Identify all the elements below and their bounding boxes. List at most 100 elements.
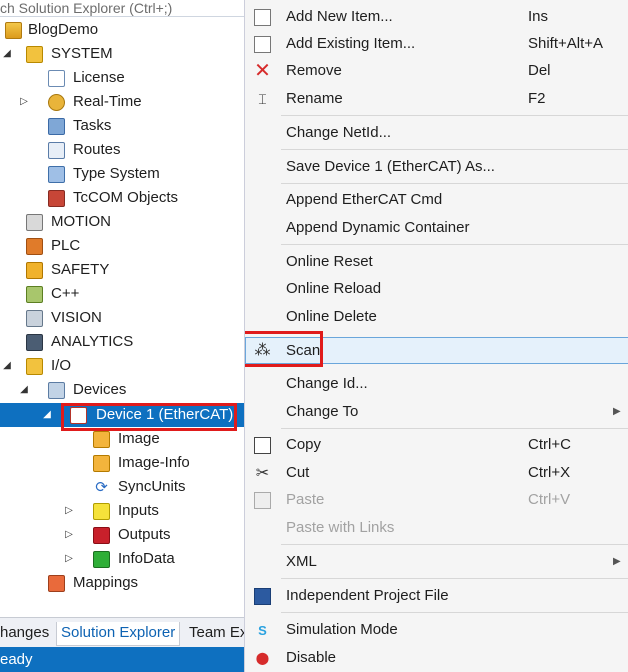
menu-item-change-netid[interactable]: Change NetId... <box>245 120 628 146</box>
tree-item-tccom-objects[interactable]: TcCOM Objects <box>0 186 244 210</box>
tree-item-real-time[interactable]: ▷ Real-Time <box>0 90 244 114</box>
tccom-icon <box>48 190 65 207</box>
tree-item-outputs[interactable]: ▷ Outputs <box>0 523 244 547</box>
tab-team-explorer[interactable]: Team Ex <box>189 622 244 646</box>
tree-item-syncunits[interactable]: ⟳ SyncUnits <box>0 475 244 499</box>
plc-icon <box>26 238 43 255</box>
type-system-icon <box>48 166 65 183</box>
io-icon <box>26 358 43 375</box>
tree-item-label: License <box>73 69 125 86</box>
tree-item-label: SYSTEM <box>51 45 113 62</box>
tree-item-label: Image-Info <box>118 454 190 471</box>
menu-separator <box>281 115 628 116</box>
add-existing-item-icon <box>254 36 271 53</box>
tree-item-analytics[interactable]: ANALYTICS <box>0 330 244 354</box>
infodata-icon <box>93 551 110 568</box>
save-icon <box>254 588 271 605</box>
devices-icon <box>48 382 65 399</box>
menu-item-paste-with-links[interactable]: Paste with Links <box>245 515 628 541</box>
menu-item-change-to[interactable]: Change To ▶ <box>245 399 628 425</box>
vision-icon <box>26 310 43 327</box>
cpp-icon <box>26 286 43 303</box>
menu-item-simulation-mode[interactable]: S Simulation Mode <box>245 617 628 643</box>
inputs-icon <box>93 503 110 520</box>
tree-item-plc[interactable]: PLC <box>0 234 244 258</box>
tab-changes[interactable]: hanges <box>0 622 49 646</box>
context-menu: Add New Item... Ins Add Existing Item...… <box>244 0 628 672</box>
menu-item-rename[interactable]: ⌶ Rename F2 <box>245 86 628 112</box>
tree-item-label: Outputs <box>118 526 171 543</box>
expanded-arrow-icon[interactable]: ◢ <box>17 378 31 402</box>
menu-item-add-existing-item[interactable]: Add Existing Item... Shift+Alt+A <box>245 31 628 57</box>
collapsed-arrow-icon[interactable]: ▷ <box>62 499 76 523</box>
menu-item-online-reload[interactable]: Online Reload <box>245 276 628 302</box>
safety-icon <box>26 262 43 279</box>
menu-item-online-reset[interactable]: Online Reset <box>245 249 628 275</box>
tree-item-label: Routes <box>73 141 121 158</box>
tree-item-tasks[interactable]: Tasks <box>0 114 244 138</box>
menu-item-xml[interactable]: XML ▶ <box>245 549 628 575</box>
tree-item-label: Tasks <box>73 117 112 134</box>
expanded-arrow-icon[interactable]: ◢ <box>0 42 14 66</box>
image-info-icon <box>93 455 110 472</box>
analytics-icon <box>26 334 43 351</box>
menu-item-change-id[interactable]: Change Id... <box>245 371 628 397</box>
menu-item-online-delete[interactable]: Online Delete <box>245 304 628 330</box>
tree-item-label: MOTION <box>51 213 111 230</box>
menu-item-independent-project-file[interactable]: Independent Project File <box>245 583 628 609</box>
menu-separator <box>281 244 628 245</box>
tree-item-label: InfoData <box>118 550 175 567</box>
real-time-icon <box>48 94 65 111</box>
tree-item-label: BlogDemo <box>28 21 99 38</box>
simulation-icon: S <box>258 623 267 638</box>
solution-icon <box>5 22 22 39</box>
tree-item-mappings[interactable]: Mappings <box>0 571 244 595</box>
expanded-arrow-icon[interactable]: ◢ <box>40 403 54 427</box>
tree-item-blogdemo[interactable]: BlogDemo <box>0 18 244 42</box>
tree-item-routes[interactable]: Routes <box>0 138 244 162</box>
tree-item-license[interactable]: License <box>0 66 244 90</box>
menu-item-remove[interactable]: ✕ Remove Del <box>245 58 628 84</box>
tab-solution-explorer[interactable]: Solution Explorer <box>56 622 181 646</box>
collapsed-arrow-icon[interactable]: ▷ <box>17 90 31 114</box>
tree-item-label: SAFETY <box>51 261 110 278</box>
menu-item-append-ethercat-cmd[interactable]: Append EtherCAT Cmd <box>245 187 628 213</box>
tree-item-label: Mappings <box>73 574 139 591</box>
menu-separator <box>281 149 628 150</box>
tree-item-vision[interactable]: VISION <box>0 306 244 330</box>
tree-item-label: ANALYTICS <box>51 333 134 350</box>
expanded-arrow-icon[interactable]: ◢ <box>0 354 14 378</box>
menu-item-copy[interactable]: Copy Ctrl+C <box>245 432 628 458</box>
tree-item-label: Type System <box>73 165 160 182</box>
tree-item-cpp[interactable]: C++ <box>0 282 244 306</box>
menu-item-cut[interactable]: ✂ Cut Ctrl+X <box>245 460 628 486</box>
collapsed-arrow-icon[interactable]: ▷ <box>62 523 76 547</box>
status-bar: eady <box>0 647 244 672</box>
tree-item-type-system[interactable]: Type System <box>0 162 244 186</box>
collapsed-arrow-icon[interactable]: ▷ <box>62 547 76 571</box>
tree-item-label: C++ <box>51 285 80 302</box>
image-icon <box>93 431 110 448</box>
tree-item-devices[interactable]: ◢ Devices <box>0 378 244 402</box>
menu-item-disable[interactable]: ⬤ Disable <box>245 645 628 671</box>
tree-item-motion[interactable]: MOTION <box>0 210 244 234</box>
copy-icon <box>254 437 271 454</box>
bottom-tab-strip: hanges Solution Explorer Team Ex <box>0 617 244 647</box>
menu-item-append-dynamic-container[interactable]: Append Dynamic Container <box>245 215 628 241</box>
tree-item-image-info[interactable]: Image-Info <box>0 451 244 475</box>
tree-item-image[interactable]: Image <box>0 427 244 451</box>
menu-item-save-device-as[interactable]: Save Device 1 (EtherCAT) As... <box>245 154 628 180</box>
menu-item-paste[interactable]: Paste Ctrl+V <box>245 487 628 513</box>
submenu-arrow-icon: ▶ <box>613 556 621 567</box>
tree-item-label: Inputs <box>118 502 159 519</box>
tree-item-infodata[interactable]: ▷ InfoData <box>0 547 244 571</box>
tree-item-safety[interactable]: SAFETY <box>0 258 244 282</box>
tree-item-system[interactable]: ◢ SYSTEM <box>0 42 244 66</box>
scissors-icon: ✂ <box>255 465 270 482</box>
routes-icon <box>48 142 65 159</box>
motion-icon <box>26 214 43 231</box>
tree-item-io[interactable]: ◢ I/O <box>0 354 244 378</box>
search-input[interactable]: ch Solution Explorer (Ctrl+;) <box>0 0 244 17</box>
tree-item-inputs[interactable]: ▷ Inputs <box>0 499 244 523</box>
menu-item-add-new-item[interactable]: Add New Item... Ins <box>245 4 628 30</box>
